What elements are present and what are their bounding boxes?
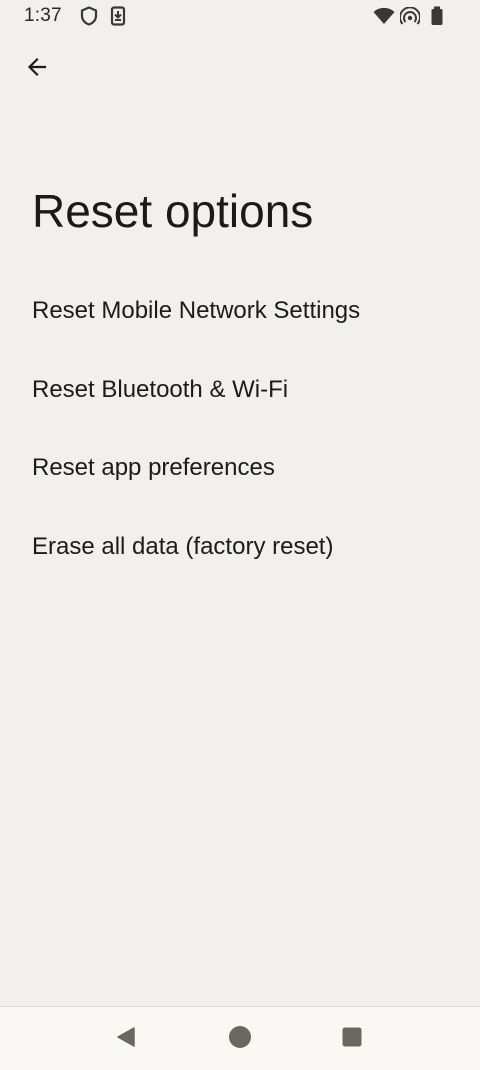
wifi-icon: [373, 7, 395, 27]
home-circle-icon: [228, 1025, 252, 1054]
page-title: Reset options: [32, 185, 314, 237]
battery-icon: [430, 6, 444, 26]
shield-icon: [80, 6, 98, 26]
navigation-bar: [0, 1006, 480, 1070]
back-triangle-icon: [115, 1026, 137, 1053]
back-button[interactable]: [14, 46, 60, 92]
arrow-back-icon: [25, 55, 49, 84]
download-icon: [110, 6, 126, 26]
reset-mobile-network-option[interactable]: Reset Mobile Network Settings: [0, 272, 480, 351]
reset-app-preferences-option[interactable]: Reset app preferences: [0, 429, 480, 508]
nav-back-button[interactable]: [106, 1021, 146, 1057]
factory-reset-option[interactable]: Erase all data (factory reset): [0, 508, 480, 587]
status-bar: 1:37: [0, 0, 480, 34]
nav-recents-button[interactable]: [332, 1021, 372, 1057]
reset-options-list: Reset Mobile Network Settings Reset Blue…: [0, 272, 480, 586]
recents-square-icon: [342, 1027, 362, 1052]
hotspot-icon: [399, 6, 421, 27]
nav-home-button[interactable]: [220, 1021, 260, 1057]
reset-bluetooth-wifi-option[interactable]: Reset Bluetooth & Wi-Fi: [0, 351, 480, 430]
status-time: 1:37: [24, 5, 62, 26]
